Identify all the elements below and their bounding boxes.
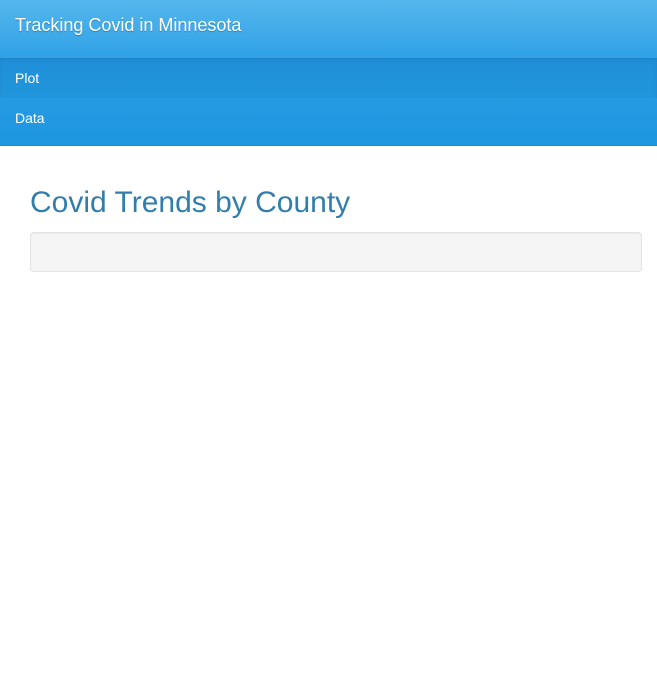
navbar-brand[interactable]: Tracking Covid in Minnesota <box>15 14 241 36</box>
nav-item-label: Data <box>15 110 45 126</box>
top-navbar: Tracking Covid in Minnesota Plot Data <box>0 0 657 146</box>
nav-item-label: Plot <box>15 70 40 86</box>
nav-item-data[interactable]: Data <box>0 98 657 138</box>
page-title: Covid Trends by County <box>30 186 351 219</box>
sidebar-panel <box>30 232 642 272</box>
nav-item-plot[interactable]: Plot <box>0 58 657 98</box>
